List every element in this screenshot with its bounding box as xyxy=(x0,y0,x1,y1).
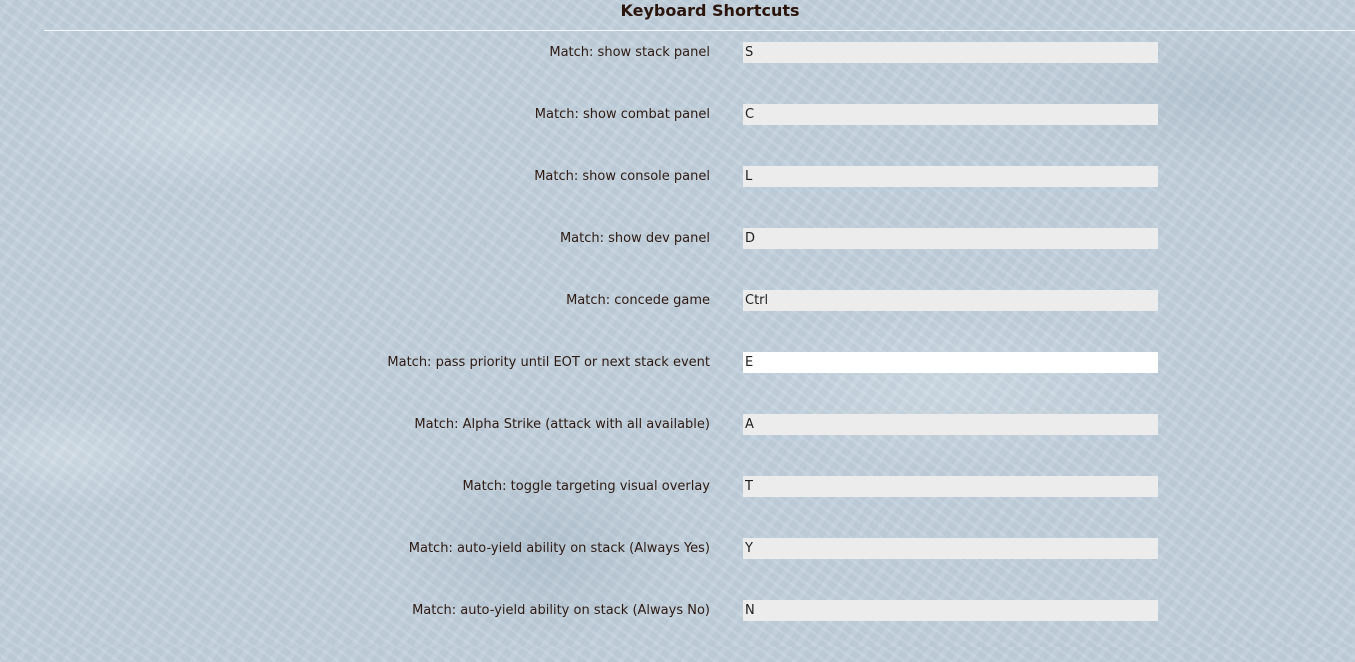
shortcut-row-concede-game: Match: concede game xyxy=(0,290,1355,352)
shortcut-label: Match: show console panel xyxy=(534,169,710,184)
shortcut-key-input-show-console-panel[interactable] xyxy=(743,166,1158,187)
shortcut-row-pass-priority: Match: pass priority until EOT or next s… xyxy=(0,352,1355,414)
shortcut-label: Match: auto-yield ability on stack (Alwa… xyxy=(408,541,710,556)
shortcut-label: Match: auto-yield ability on stack (Alwa… xyxy=(412,603,710,618)
shortcut-key-input-concede-game[interactable] xyxy=(743,290,1158,311)
shortcut-label: Match: toggle targeting visual overlay xyxy=(462,479,710,494)
shortcut-row-show-console-panel: Match: show console panel xyxy=(0,166,1355,228)
shortcut-label: Match: pass priority until EOT or next s… xyxy=(387,355,710,370)
shortcut-key-input-show-combat-panel[interactable] xyxy=(743,104,1158,125)
shortcut-row-auto-yield-always-yes: Match: auto-yield ability on stack (Alwa… xyxy=(0,538,1355,600)
shortcut-label: Match: show dev panel xyxy=(559,231,710,246)
shortcut-key-input-show-stack-panel[interactable] xyxy=(743,42,1158,63)
section-title: Keyboard Shortcuts xyxy=(620,1,800,20)
shortcut-row-auto-yield-always-no: Match: auto-yield ability on stack (Alwa… xyxy=(0,600,1355,662)
shortcut-label: Match: Alpha Strike (attack with all ava… xyxy=(414,417,710,432)
shortcut-label: Match: show combat panel xyxy=(534,107,710,122)
shortcut-key-input-auto-yield-always-yes[interactable] xyxy=(743,538,1158,559)
shortcut-key-input-pass-priority[interactable] xyxy=(743,352,1158,373)
shortcut-key-input-alpha-strike[interactable] xyxy=(743,414,1158,435)
shortcut-row-alpha-strike: Match: Alpha Strike (attack with all ava… xyxy=(0,414,1355,476)
shortcut-key-input-toggle-targeting-overlay[interactable] xyxy=(743,476,1158,497)
shortcut-list: Match: show stack panel Match: show comb… xyxy=(0,42,1355,662)
shortcut-row-show-dev-panel: Match: show dev panel xyxy=(0,228,1355,290)
section-divider xyxy=(44,30,1355,31)
shortcut-row-toggle-targeting-overlay: Match: toggle targeting visual overlay xyxy=(0,476,1355,538)
shortcut-key-input-auto-yield-always-no[interactable] xyxy=(743,600,1158,621)
shortcut-row-show-combat-panel: Match: show combat panel xyxy=(0,104,1355,166)
shortcut-row-show-stack-panel: Match: show stack panel xyxy=(0,42,1355,104)
shortcut-label: Match: show stack panel xyxy=(549,45,710,60)
shortcut-key-input-show-dev-panel[interactable] xyxy=(743,228,1158,249)
shortcut-label: Match: concede game xyxy=(566,293,710,308)
